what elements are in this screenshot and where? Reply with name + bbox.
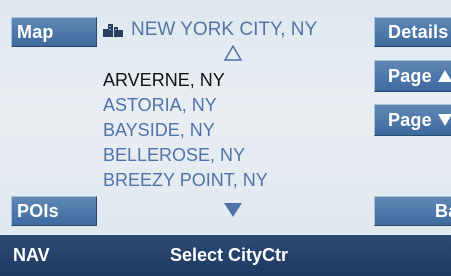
page-down-button[interactable]: Page [374, 104, 451, 136]
city-list: ARVERNE, NY ASTORIA, NY BAYSIDE, NY BELL… [103, 68, 268, 193]
triangle-down-icon [437, 114, 451, 126]
list-header: NEW YORK CITY, NY [103, 18, 317, 42]
map-button-label: Map [17, 21, 54, 42]
details-button[interactable]: Details [374, 17, 451, 47]
header-title: NEW YORK CITY, NY [131, 19, 318, 40]
scroll-up-icon[interactable] [224, 45, 242, 61]
status-bar: NAV Select CityCtr [0, 235, 451, 276]
list-item[interactable]: BREEZY POINT, NY [103, 168, 268, 193]
list-item[interactable]: ARVERNE, NY [103, 68, 268, 93]
back-button[interactable]: Back [374, 196, 451, 226]
city-skyline-icon [103, 24, 123, 37]
scroll-down-icon[interactable] [224, 203, 242, 217]
list-item[interactable]: ASTORIA, NY [103, 93, 268, 118]
page-up-button[interactable]: Page [374, 60, 451, 92]
mode-label: NAV [13, 245, 50, 265]
list-item[interactable]: BAYSIDE, NY [103, 118, 268, 143]
navigation-screen: Map POIs Details Page Page Back NEW YORK… [0, 0, 451, 235]
back-button-label: Back [435, 200, 451, 221]
pois-button[interactable]: POIs [11, 196, 97, 226]
map-button[interactable]: Map [11, 17, 97, 47]
page-down-button-label: Page [388, 109, 432, 130]
pois-button-label: POIs [17, 200, 59, 221]
details-button-label: Details [388, 21, 449, 42]
list-item[interactable]: BELLEROSE, NY [103, 143, 268, 168]
page-up-button-label: Page [388, 65, 432, 86]
triangle-up-icon [437, 70, 451, 82]
screen-title: Select CityCtr [170, 245, 289, 265]
